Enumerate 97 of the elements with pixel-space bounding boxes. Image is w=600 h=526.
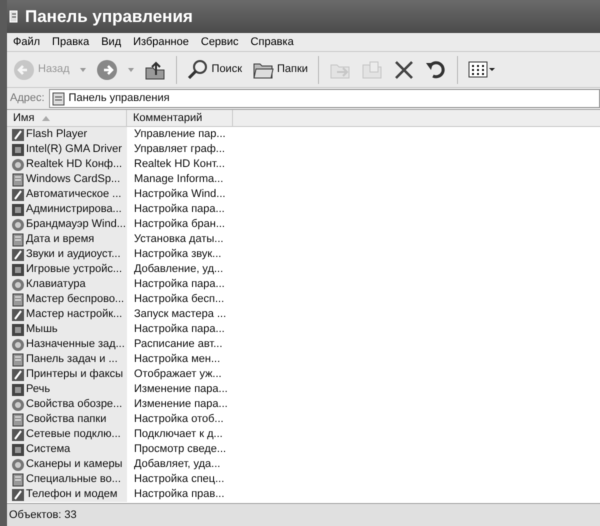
table-cell-text: Настройка отоб... xyxy=(133,412,225,427)
table-cell-text: Realtek HD Конт... xyxy=(133,157,226,172)
table-cell-text: Настройка пара... xyxy=(133,202,226,217)
table-cell-text: Отображает уж... xyxy=(133,367,223,382)
table-cell: Звуки и аудиоуст... xyxy=(7,247,127,262)
folders-button[interactable]: Папки xyxy=(249,56,311,82)
table-cell-text: Расписание авт... xyxy=(133,337,224,352)
applet-icon xyxy=(11,248,25,262)
table-cell: Панель задач и ... xyxy=(7,352,127,367)
column-header[interactable]: Имя xyxy=(7,110,127,126)
table-cell: Свойства папки xyxy=(7,412,127,427)
table-cell: Игровые устройс... xyxy=(7,262,127,277)
copy-to-folder-icon xyxy=(360,58,383,80)
applet-icon xyxy=(11,368,25,382)
table-cell: Realtek HD Конф... xyxy=(7,157,127,172)
menu-item[interactable]: Правка xyxy=(46,34,96,50)
table-cell: Сканеры и камеры xyxy=(7,457,127,472)
table-cell-text: Запуск мастера ... xyxy=(133,307,228,322)
table-cell: Система xyxy=(7,442,127,457)
table-cell: Мастер настройк... xyxy=(7,307,127,322)
window-title: Панель управления xyxy=(25,6,193,28)
applet-icon xyxy=(11,218,25,232)
views-icon xyxy=(468,58,496,80)
menu-item[interactable]: Справка xyxy=(244,34,300,50)
applet-icon xyxy=(11,322,25,336)
table-cell-text: Изменение пара... xyxy=(133,382,229,397)
table-cell-text: Manage Informa... xyxy=(133,172,224,187)
applet-icon xyxy=(11,472,25,486)
table-cell-text: Настройка спец... xyxy=(133,472,226,487)
applet-icon xyxy=(11,382,25,396)
applet-icon xyxy=(11,158,25,172)
table-cell-text: Управляет граф... xyxy=(133,142,226,157)
applet-icon xyxy=(11,412,25,426)
menu-item[interactable]: Избранное xyxy=(127,34,195,50)
applet-icon xyxy=(11,352,25,366)
table-cell: Intel(R) GMA Driver xyxy=(7,142,127,157)
table-cell: Flash Player xyxy=(7,127,127,142)
caret-icon xyxy=(80,68,86,72)
applet-icon xyxy=(11,292,25,306)
table-cell: Автоматическое ... xyxy=(7,187,127,202)
table-cell-text: Настройка прав... xyxy=(133,487,226,502)
menu-item[interactable]: Сервис xyxy=(194,34,245,50)
table-cell: Сетевые подклю... xyxy=(7,427,127,442)
table-cell-text: Настройка пара... xyxy=(133,322,226,337)
delete-icon xyxy=(392,58,415,80)
applet-icon xyxy=(11,308,25,322)
table-cell: Клавиатура xyxy=(7,277,127,292)
control-panel-icon xyxy=(9,10,19,24)
status-text: Объектов: 33 xyxy=(9,508,77,523)
search-button[interactable]: Поиск xyxy=(184,56,246,82)
table-cell-text: Настройка мен... xyxy=(133,352,222,367)
menu-item[interactable]: Вид xyxy=(95,34,128,50)
address-field[interactable]: Панель управления xyxy=(48,89,600,108)
table-cell-text: Управление пар... xyxy=(133,127,227,142)
table-cell-text: Настройка звук... xyxy=(133,247,222,262)
address-label: Адрес: xyxy=(10,91,45,106)
applet-icon xyxy=(11,262,25,276)
applet-icon xyxy=(11,232,25,246)
table-cell-text: Настройка бран... xyxy=(133,217,226,232)
applet-icon xyxy=(11,172,25,186)
table-cell-text: Установка даты... xyxy=(133,232,224,247)
applet-icon xyxy=(11,188,25,202)
menu-item[interactable]: Файл xyxy=(7,34,46,50)
applet-icon xyxy=(11,202,25,216)
applet-icon xyxy=(11,278,25,292)
applet-icon xyxy=(11,428,25,442)
table-cell: Мышь xyxy=(7,322,127,337)
table-cell: Телефон и модем xyxy=(7,487,127,502)
table-cell-text: Добавляет, уда... xyxy=(133,457,222,472)
table-cell: Принтеры и факсы xyxy=(7,367,127,382)
table-cell: Дата и время xyxy=(7,232,127,247)
applet-icon xyxy=(11,458,25,472)
applet-icon xyxy=(11,128,25,142)
table-cell-text: Настройка пара... xyxy=(133,277,226,292)
table-cell: Свойства обозре... xyxy=(7,397,127,412)
table-cell-text: Добавление, уд... xyxy=(133,262,224,277)
search-icon xyxy=(186,58,209,80)
undo-icon xyxy=(424,58,447,80)
applet-icon xyxy=(11,442,25,456)
table-cell: Мастер беспрово... xyxy=(7,292,127,307)
column-header[interactable]: Комментарий xyxy=(127,110,233,126)
table-cell: Речь xyxy=(7,382,127,397)
table-cell-text: Просмотр сведе... xyxy=(133,442,228,457)
table-cell-text: Настройка бесп... xyxy=(133,292,226,307)
table-cell: Специальные во... xyxy=(7,472,127,487)
table-cell: Windows CardSp... xyxy=(7,172,127,187)
caret-icon xyxy=(128,68,134,72)
table-cell-text: Подключает к д... xyxy=(133,427,224,442)
table-cell: Назначенные зад... xyxy=(7,337,127,352)
control-panel-icon xyxy=(52,92,66,106)
table-cell-text: Настройка Wind... xyxy=(133,187,226,202)
table-cell: Брандмауэр Wind... xyxy=(7,217,127,232)
applet-icon xyxy=(11,142,25,156)
applet-icon xyxy=(11,338,25,352)
table-cell: Администрирова... xyxy=(7,202,127,217)
table-cell-text: Изменение пара... xyxy=(133,397,229,412)
applet-icon xyxy=(11,398,25,412)
